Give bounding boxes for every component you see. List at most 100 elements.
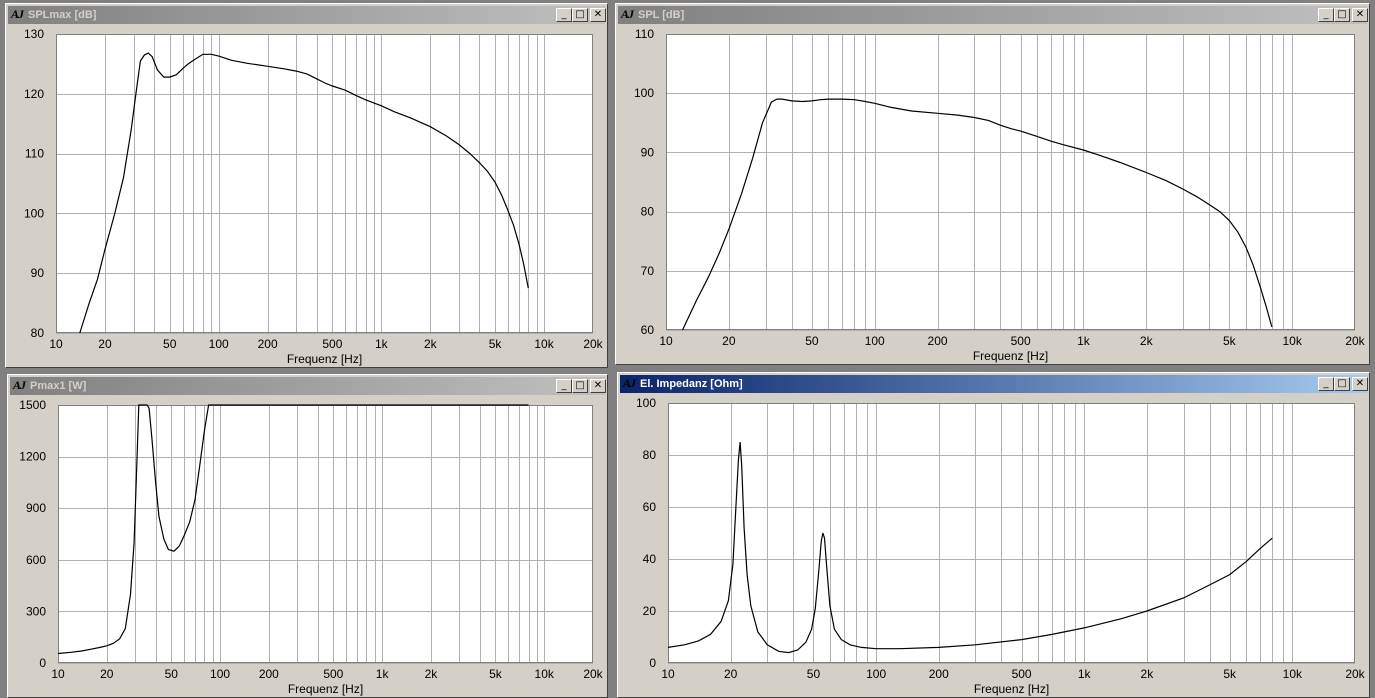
- y-tick-label: 100: [24, 206, 44, 220]
- x-tick-label: 500: [1012, 667, 1032, 681]
- y-tick-label: 110: [635, 27, 654, 41]
- x-tick-label: 100: [866, 667, 886, 681]
- x-tick-label: 5k: [1223, 667, 1237, 681]
- x-tick-label: 10k: [1282, 334, 1302, 348]
- splmax-chart: 10 20 50 100 200 500 1k 2k 5k 10k 20k 80 90 100 110 120…: [24, 27, 604, 366]
- impedance-window[interactable]: AJ El. Impedanz [Ohm] _ □ ✕ 10 20 50 100 200…: [617, 372, 1370, 698]
- plot-area: [56, 34, 593, 333]
- x-tick-label: 100: [210, 667, 230, 681]
- y-tick-label: 60: [643, 500, 657, 514]
- x-axis-label: Frequenz [Hz]: [973, 349, 1048, 363]
- maximize-button[interactable]: □: [1334, 377, 1350, 391]
- close-button[interactable]: ✕: [1352, 377, 1368, 391]
- close-button[interactable]: ✕: [1352, 8, 1368, 22]
- plot-area: [668, 403, 1355, 663]
- app-logo-icon: AJ: [13, 378, 26, 392]
- x-tick-label: 10: [49, 337, 63, 351]
- x-tick-label: 5k: [489, 337, 503, 351]
- y-tick-label: 1500: [19, 398, 46, 412]
- x-tick-label: 500: [323, 667, 343, 681]
- x-axis-label: Frequenz [Hz]: [287, 352, 362, 366]
- y-tick-label: 0: [39, 656, 46, 670]
- minimize-button[interactable]: _: [556, 8, 572, 22]
- x-tick-label: 20k: [1345, 334, 1365, 348]
- x-tick-label: 10k: [535, 667, 555, 681]
- x-tick-label: 200: [258, 337, 278, 351]
- app-logo-icon: AJ: [623, 376, 636, 390]
- minimize-button[interactable]: _: [1318, 8, 1334, 22]
- x-tick-label: 500: [1011, 334, 1031, 348]
- x-tick-label: 200: [928, 334, 948, 348]
- x-tick-label: 50: [163, 337, 177, 351]
- close-button[interactable]: ✕: [590, 8, 606, 22]
- x-tick-label: 50: [165, 667, 179, 681]
- spl-chart: 10 20 50 100 200 500 1k 2k 5k 10k 20k 60 70 80 90 100 11…: [634, 27, 1366, 363]
- y-tick-label: 60: [641, 323, 655, 337]
- plot-area: [58, 405, 593, 663]
- x-tick-label: 200: [929, 667, 949, 681]
- x-tick-label: 10: [51, 667, 65, 681]
- y-tick-label: 80: [31, 326, 45, 340]
- plot-area: [666, 34, 1355, 330]
- x-tick-label: 20k: [583, 337, 603, 351]
- x-tick-label: 50: [805, 334, 819, 348]
- y-tick-label: 600: [26, 553, 46, 567]
- maximize-button[interactable]: □: [572, 379, 588, 393]
- minimize-button[interactable]: _: [556, 379, 572, 393]
- minimize-button[interactable]: _: [1318, 377, 1334, 391]
- window-title: El. Impedanz [Ohm]: [640, 378, 743, 390]
- close-button[interactable]: ✕: [590, 379, 606, 393]
- x-tick-label: 20k: [1345, 667, 1365, 681]
- spl-title-bar[interactable]: AJ SPL [dB] _ □ ✕: [618, 6, 1368, 24]
- x-tick-label: 200: [259, 667, 279, 681]
- y-tick-label: 1200: [19, 450, 46, 464]
- x-tick-label: 2k: [1140, 334, 1154, 348]
- impedance-chart: 10 20 50 100 200 500 1k 2k 5k 10k 20k 0 20 40 60 80 100 F…: [636, 396, 1366, 696]
- x-tick-label: 1k: [1077, 334, 1091, 348]
- x-tick-label: 1k: [1078, 667, 1092, 681]
- x-tick-label: 10k: [534, 337, 554, 351]
- x-tick-label: 2k: [1141, 667, 1155, 681]
- spl-window[interactable]: AJ SPL [dB] _ □ ✕ 10 20 50 100 200 500 1k 2k 5k 1…: [615, 3, 1370, 365]
- pmax-window[interactable]: AJ Pmax1 [W] _ □ ✕ 10 20 50 100 200 500 1k 2k 5k…: [7, 374, 608, 698]
- y-tick-label: 120: [24, 87, 44, 101]
- x-tick-label: 10k: [1283, 667, 1303, 681]
- y-tick-label: 70: [641, 264, 655, 278]
- impedance-title-bar[interactable]: AJ El. Impedanz [Ohm] _ □ ✕: [620, 375, 1368, 393]
- splmax-title-bar[interactable]: AJ SPLmax [dB] _ □ ✕: [8, 6, 606, 24]
- app-logo-icon: AJ: [621, 7, 634, 21]
- y-tick-label: 110: [25, 147, 44, 161]
- y-tick-label: 90: [31, 266, 45, 280]
- y-tick-label: 20: [643, 604, 657, 618]
- x-tick-label: 5k: [1223, 334, 1237, 348]
- y-tick-label: 300: [26, 604, 46, 618]
- x-tick-label: 2k: [425, 667, 439, 681]
- splmax-window[interactable]: AJ SPLmax [dB] _ □ ✕ 10 20 50 100 200 500 1k 2k…: [5, 3, 608, 368]
- y-tick-label: 130: [24, 27, 44, 41]
- y-tick-label: 100: [636, 396, 656, 410]
- x-tick-label: 10: [659, 334, 673, 348]
- x-tick-label: 100: [209, 337, 229, 351]
- y-tick-label: 80: [643, 448, 657, 462]
- x-tick-label: 1k: [375, 337, 389, 351]
- x-tick-label: 20: [98, 337, 112, 351]
- window-title: SPL [dB]: [638, 9, 685, 21]
- x-tick-label: 20: [722, 334, 736, 348]
- pmax-title-bar[interactable]: AJ Pmax1 [W] _ □ ✕: [10, 377, 606, 395]
- pmax-chart: 10 20 50 100 200 500 1k 2k 5k 10k 20k 0 300 600 900 120…: [19, 398, 603, 696]
- x-tick-label: 10: [661, 667, 675, 681]
- window-title: Pmax1 [W]: [30, 380, 87, 392]
- app-logo-icon: AJ: [11, 7, 24, 21]
- maximize-button[interactable]: □: [1334, 8, 1350, 22]
- x-tick-label: 50: [807, 667, 821, 681]
- window-title: SPLmax [dB]: [28, 9, 97, 21]
- y-tick-label: 40: [643, 552, 657, 566]
- y-tick-label: 100: [634, 86, 654, 100]
- x-tick-label: 500: [322, 337, 342, 351]
- maximize-button[interactable]: □: [572, 8, 588, 22]
- x-tick-label: 2k: [424, 337, 438, 351]
- x-axis-label: Frequenz [Hz]: [974, 682, 1049, 696]
- x-tick-label: 5k: [489, 667, 503, 681]
- y-tick-label: 0: [649, 656, 656, 670]
- x-tick-label: 20k: [583, 667, 603, 681]
